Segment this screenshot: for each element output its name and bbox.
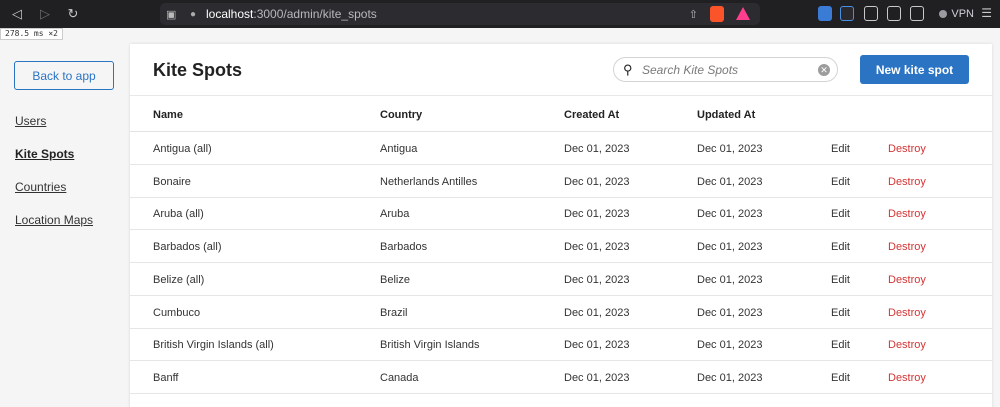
table-row[interactable]: Antigua (all) Antigua Dec 01, 2023 Dec 01, … [130, 132, 992, 165]
wallet-icon[interactable] [910, 6, 924, 21]
main-panel: Kite Spots ⚲ ✕ New kite spot Name Countr… [130, 44, 992, 407]
cell-created-at: Dec 01, 2023 [564, 339, 630, 352]
cell-name: Bonaire [153, 175, 191, 188]
cell-created-at: Dec 01, 2023 [564, 175, 630, 188]
page-title: Kite Spots [153, 60, 243, 80]
vpn-label: VPN [951, 8, 974, 20]
reload-icon[interactable]: ↻ [66, 6, 80, 22]
cell-updated-at: Dec 01, 2023 [697, 339, 763, 352]
table-row[interactable]: Aruba (all) Aruba Dec 01, 2023 Dec 01, 2023… [130, 197, 992, 231]
edit-link[interactable]: Edit [831, 372, 850, 384]
destroy-link[interactable]: Destroy [888, 241, 926, 253]
cell-created-at: Dec 01, 2023 [564, 306, 630, 319]
cell-updated-at: Dec 01, 2023 [697, 273, 763, 286]
back-to-app-button[interactable]: Back to app [14, 61, 114, 90]
browser-toolbar: ◁ ▷ ↻ ▣ ● localhost:3000/admin/kite_spot… [0, 0, 1000, 28]
vpn-status-icon [939, 10, 948, 18]
cell-country: Antigua [380, 143, 418, 155]
cell-updated-at: Dec 01, 2023 [697, 371, 763, 384]
cell-name: Aruba (all) [153, 208, 204, 221]
edit-link[interactable]: Edit [831, 274, 850, 286]
url-host: localhost [206, 7, 254, 21]
column-header-created-at[interactable]: Created At [564, 109, 619, 121]
cell-country: Belize [380, 273, 410, 286]
extension-icon[interactable] [818, 6, 832, 21]
cell-name: British Virgin Islands (all) [153, 339, 274, 352]
address-bar[interactable]: ▣ ● localhost:3000/admin/kite_spots ⇧ [160, 3, 760, 25]
sidebar-item-kite-spots[interactable]: Kite Spots [15, 147, 74, 161]
table-row[interactable]: Cumbuco Brazil Dec 01, 2023 Dec 01, 2023 Edi… [130, 296, 992, 329]
cell-updated-at: Dec 01, 2023 [697, 175, 763, 188]
edit-link[interactable]: Edit [831, 143, 850, 155]
table-row[interactable]: Bonaire Netherlands Antilles Dec 01, 2023 D… [130, 165, 992, 198]
cell-name: Banff [153, 371, 179, 384]
table-row[interactable]: Belize (all) Belize Dec 01, 2023 Dec 01, 20… [130, 263, 992, 296]
sidebar-item-countries[interactable]: Countries [15, 180, 66, 194]
cell-created-at: Dec 01, 2023 [564, 241, 630, 254]
cell-updated-at: Dec 01, 2023 [697, 208, 763, 221]
destroy-link[interactable]: Destroy [888, 372, 926, 384]
column-header-country[interactable]: Country [380, 109, 422, 121]
url-path: :3000/admin/kite_spots [253, 7, 377, 21]
forward-arrow-icon[interactable]: ▷ [38, 6, 52, 22]
extensions-puzzle-icon[interactable] [864, 6, 878, 21]
cell-updated-at: Dec 01, 2023 [697, 241, 763, 254]
site-info-icon[interactable]: ● [190, 9, 206, 20]
destroy-link[interactable]: Destroy [888, 208, 926, 220]
bookmark-icon[interactable]: ▣ [166, 8, 186, 21]
table-row[interactable]: Banff Canada Dec 01, 2023 Dec 01, 2023 Edit D… [130, 361, 992, 394]
cell-name: Belize (all) [153, 273, 205, 286]
destroy-link[interactable]: Destroy [888, 176, 926, 188]
table-row[interactable]: Barbados (all) Barbados Dec 01, 2023 Dec 01… [130, 230, 992, 264]
destroy-link[interactable]: Destroy [888, 339, 926, 351]
cell-created-at: Dec 01, 2023 [564, 371, 630, 384]
destroy-link[interactable]: Destroy [888, 274, 926, 286]
clear-search-icon[interactable]: ✕ [818, 64, 830, 76]
extension-shield-icon[interactable] [840, 6, 854, 21]
brave-shields-icon[interactable] [710, 6, 724, 22]
sidebar-item-users[interactable]: Users [15, 114, 46, 128]
cell-country: Canada [380, 371, 419, 384]
destroy-link[interactable]: Destroy [888, 307, 926, 319]
cell-country: Aruba [380, 208, 410, 221]
timing-badge: 278.5 ms ×2 [0, 28, 63, 40]
cell-name: Cumbuco [153, 306, 201, 319]
edit-link[interactable]: Edit [831, 307, 850, 319]
edit-link[interactable]: Edit [831, 208, 850, 220]
column-header-name[interactable]: Name [153, 109, 183, 121]
cell-country: Brazil [380, 306, 408, 319]
cell-country: British Virgin Islands [380, 339, 480, 352]
sidebar-toggle-icon[interactable] [887, 6, 901, 21]
back-arrow-icon[interactable]: ◁ [10, 6, 24, 22]
share-icon[interactable]: ⇧ [689, 8, 698, 21]
sidebar-item-location-maps[interactable]: Location Maps [15, 213, 93, 227]
search-input[interactable] [642, 62, 807, 77]
edit-link[interactable]: Edit [831, 339, 850, 351]
search-icon: ⚲ [623, 61, 633, 77]
edit-link[interactable]: Edit [831, 176, 850, 188]
destroy-link[interactable]: Destroy [888, 143, 926, 155]
table-header: Name Country Created At Updated At [130, 95, 992, 132]
cell-country: Barbados [380, 241, 428, 254]
cell-created-at: Dec 01, 2023 [564, 143, 630, 155]
menu-icon[interactable]: ☰ [981, 6, 992, 20]
vpn-button[interactable]: VPN [939, 8, 974, 20]
cell-updated-at: Dec 01, 2023 [697, 143, 763, 155]
edit-link[interactable]: Edit [831, 241, 850, 253]
brave-rewards-icon[interactable] [736, 7, 750, 20]
browser-nav: ◁ ▷ ↻ [0, 6, 80, 22]
column-header-updated-at[interactable]: Updated At [697, 109, 755, 121]
table-row[interactable]: British Virgin Islands (all) British Virg… [130, 328, 992, 362]
cell-name: Barbados (all) [153, 241, 222, 254]
cell-country: Netherlands Antilles [380, 175, 478, 188]
cell-created-at: Dec 01, 2023 [564, 208, 630, 221]
cell-created-at: Dec 01, 2023 [564, 273, 630, 286]
search-box[interactable]: ⚲ ✕ [613, 57, 838, 82]
cell-updated-at: Dec 01, 2023 [697, 306, 763, 319]
cell-name: Antigua (all) [153, 143, 212, 155]
new-kite-spot-button[interactable]: New kite spot [860, 55, 969, 84]
